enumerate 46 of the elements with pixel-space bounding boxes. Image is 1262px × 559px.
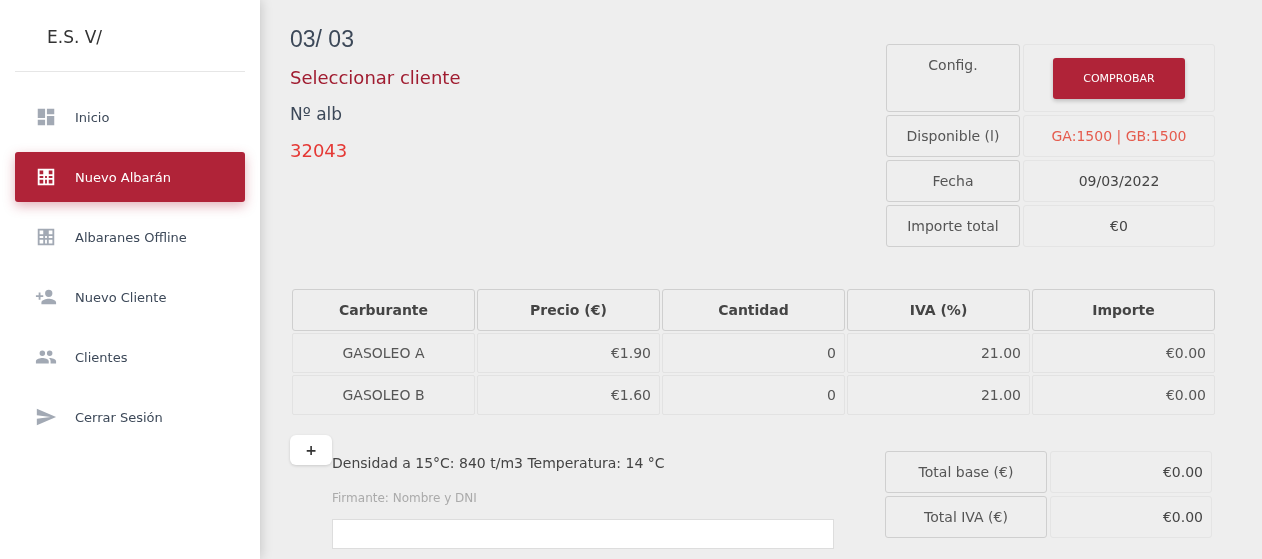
table-cell: 21.00 <box>847 333 1030 373</box>
density-note: Densidad a 15°C: 840 t/m3 Temperatura: 14 °C <box>332 455 666 471</box>
signer-label: Firmante: Nombre y DNI <box>332 491 478 505</box>
table-cell: €0.00 <box>1032 333 1215 373</box>
number-label: Nº alb <box>290 104 344 124</box>
table-cell: GASOLEO B <box>292 375 475 415</box>
column-header: Cantidad <box>662 289 845 331</box>
brand-name: E.S. V/ <box>46 26 104 49</box>
total-value: €0.00 <box>1050 451 1212 493</box>
table-cell: 0 <box>662 375 845 415</box>
total-value: €0.00 <box>1050 496 1212 538</box>
column-header: IVA (%) <box>847 289 1030 331</box>
check-button[interactable]: COMPROBAR <box>1053 57 1185 99</box>
add-button[interactable]: + <box>290 435 332 465</box>
info-value: 09/03/2022 <box>1023 160 1215 202</box>
info-value: €0 <box>1023 205 1215 247</box>
dashboard-icon <box>35 106 57 128</box>
table-cell: 0 <box>662 333 845 373</box>
total-label: Total IVA (€) <box>885 496 1047 538</box>
sidebar-item[interactable]: Inicio <box>15 92 245 142</box>
info-label: Fecha <box>886 160 1020 202</box>
table-cell: €1.60 <box>477 375 660 415</box>
sidebar-item[interactable]: Clientes <box>15 332 245 382</box>
info-label: Config. <box>886 44 1020 112</box>
page-title: 03/ 03 <box>290 26 355 53</box>
column-header: Carburante <box>292 289 475 331</box>
sidebar-item[interactable]: Cerrar Sesión <box>15 392 245 442</box>
table-cell: €1.90 <box>477 333 660 373</box>
table-cell: GASOLEO A <box>292 333 475 373</box>
table-cell: 21.00 <box>847 375 1030 415</box>
select-client-link[interactable]: Seleccionar cliente <box>290 67 461 88</box>
signer-field[interactable] <box>332 519 834 549</box>
grid-icon <box>35 166 57 188</box>
table-cell: €0.00 <box>1032 375 1215 415</box>
info-label: Importe total <box>886 205 1020 247</box>
delivery-number: 32043 <box>290 140 349 161</box>
column-header: Precio (€) <box>477 289 660 331</box>
sidebar-item[interactable]: Nuevo Cliente <box>15 272 245 322</box>
sidebar-item[interactable]: Albaranes Offline <box>15 212 245 262</box>
info-label: Disponible (l) <box>886 115 1020 157</box>
send-icon <box>35 406 57 428</box>
grid-icon <box>35 226 57 248</box>
total-label: Total base (€) <box>885 451 1047 493</box>
info-value: GA:1500 | GB:1500 <box>1023 115 1215 157</box>
sidebar-item[interactable]: Nuevo Albarán <box>15 152 245 202</box>
column-header: Importe <box>1032 289 1215 331</box>
